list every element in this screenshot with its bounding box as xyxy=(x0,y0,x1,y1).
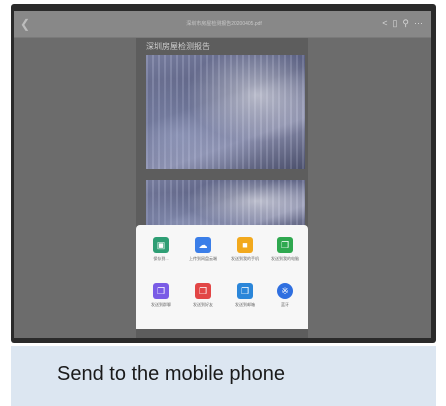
cloud-icon: ☁ xyxy=(195,237,211,253)
share-option-label: 发送到我的电脑 xyxy=(271,256,299,261)
share-option-phone[interactable]: ■ 发送到我的手机 xyxy=(225,237,265,277)
image-icon: ▣ xyxy=(153,237,169,253)
share-option-label: 蓝牙 xyxy=(281,302,289,307)
share-option-email[interactable]: ❐ 发送到邮箱 xyxy=(225,283,265,323)
bluetooth-icon: ※ xyxy=(277,283,293,299)
chevron-left-icon[interactable]: ❮ xyxy=(20,16,30,32)
bookmark-icon[interactable]: ▯ xyxy=(392,17,397,29)
share-option-friend[interactable]: ❐ 发送到好友 xyxy=(183,283,223,323)
document-title: 深圳房屋检测报告 xyxy=(146,42,210,51)
share-option-bluetooth[interactable]: ※ 蓝牙 xyxy=(265,283,305,323)
inspection-photo xyxy=(146,55,305,169)
copy-icon: ❐ xyxy=(195,283,211,299)
viewer-toolbar: ❮ 深圳市房屋检测报告20200405.pdf < ▯ ⚲ ⋯ xyxy=(14,11,431,38)
folder-icon: ■ xyxy=(237,237,253,253)
share-option-label: 发送到我的手机 xyxy=(231,256,259,261)
share-option-cloud[interactable]: ☁ 上传到网盘云端 xyxy=(183,237,223,277)
share-icon[interactable]: < xyxy=(382,17,387,29)
toolbar-actions: < ▯ ⚲ ⋯ xyxy=(382,17,423,29)
share-option-group[interactable]: ❐ 发送到群聊 xyxy=(141,283,181,323)
document-filename: 深圳市房屋检测报告20200405.pdf xyxy=(186,21,262,27)
more-icon[interactable]: ⋯ xyxy=(414,17,423,29)
share-option-label: 上传到网盘云端 xyxy=(189,256,217,261)
share-option-label: 发送到好友 xyxy=(193,302,213,307)
share-option-save[interactable]: ▣ 保存到... xyxy=(141,237,181,277)
copy-icon: ❐ xyxy=(237,283,253,299)
share-option-computer[interactable]: ❐ 发送到我的电脑 xyxy=(265,237,305,277)
caption-text: Send to the mobile phone xyxy=(57,363,285,385)
share-option-label: 保存到... xyxy=(153,256,169,261)
copy-icon: ❐ xyxy=(277,237,293,253)
search-icon[interactable]: ⚲ xyxy=(402,17,409,29)
share-sheet: ▣ 保存到... ☁ 上传到网盘云端 ■ 发送到我的手机 ❐ 发送到我的电脑 ❐… xyxy=(136,225,308,329)
share-option-label: 发送到邮箱 xyxy=(235,302,255,307)
caption-band: Send to the mobile phone xyxy=(11,346,436,406)
copy-icon: ❐ xyxy=(153,283,169,299)
share-option-label: 发送到群聊 xyxy=(151,302,171,307)
